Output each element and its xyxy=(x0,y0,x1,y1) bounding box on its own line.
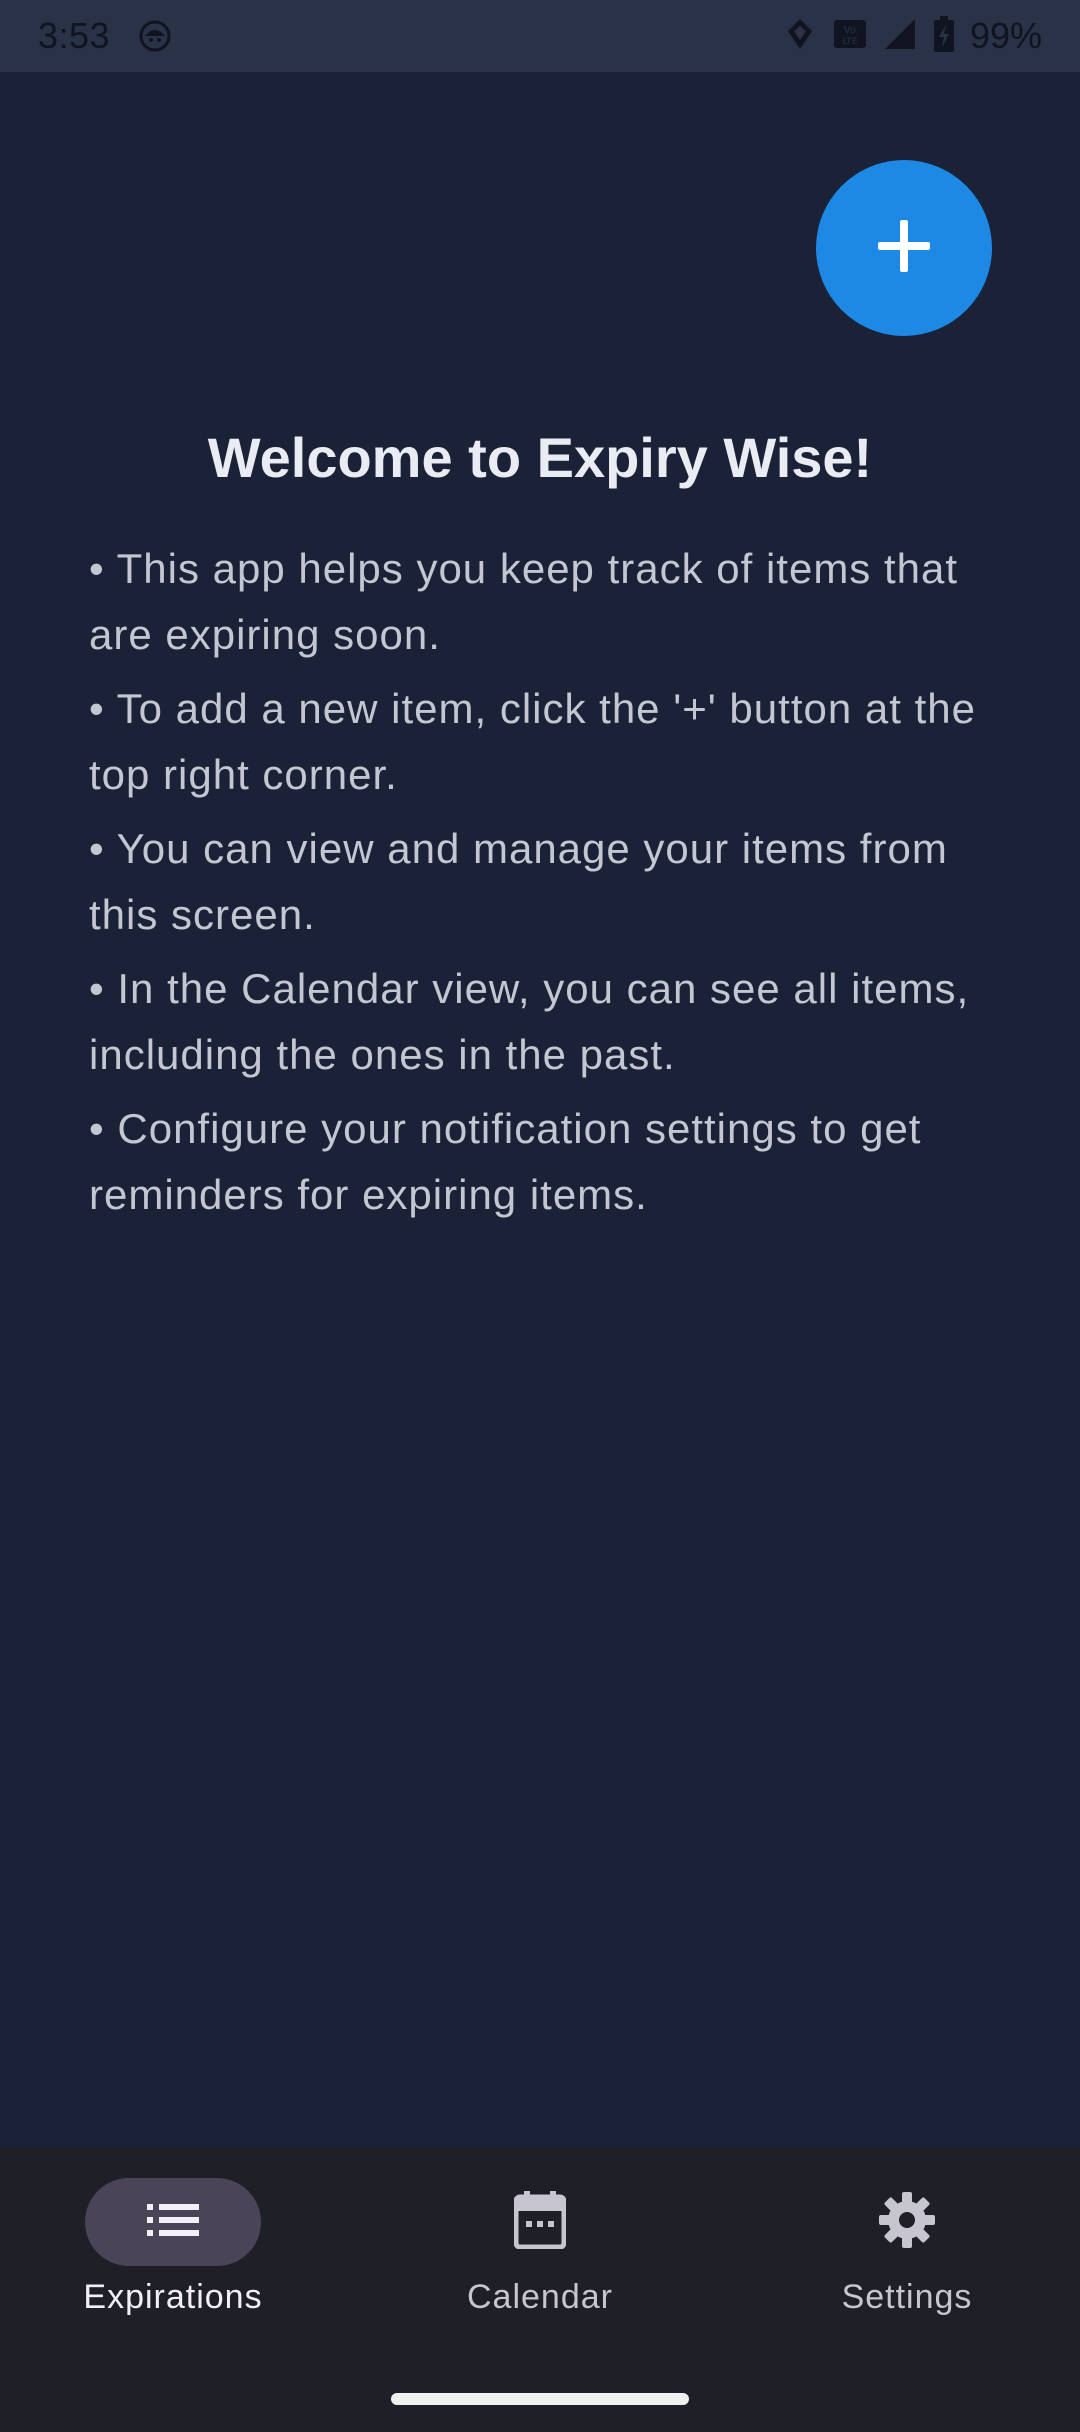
add-item-button[interactable] xyxy=(816,160,992,336)
nav-label-settings: Settings xyxy=(841,2278,973,2316)
tip-item: • To add a new item, click the '+' butto… xyxy=(89,685,976,798)
home-indicator[interactable] xyxy=(391,2393,689,2405)
battery-charging-icon xyxy=(932,15,956,58)
nav-item-settings[interactable]: Settings xyxy=(757,2178,1057,2338)
gear-icon xyxy=(878,2191,936,2254)
calendar-icon xyxy=(513,2190,567,2254)
status-bar: 3:53 Vo LTE 99% xyxy=(0,0,1080,72)
list-icon xyxy=(147,2200,199,2245)
svg-text:Vo: Vo xyxy=(844,25,856,36)
tips-list: • This app helps you keep track of items… xyxy=(89,536,1009,1236)
tip-item: • Configure your notification settings t… xyxy=(89,1105,922,1218)
status-time: 3:53 xyxy=(38,15,111,56)
volte-icon: Vo LTE xyxy=(832,16,868,57)
nav-icon-container xyxy=(819,2178,995,2266)
welcome-title: Welcome to Expiry Wise! xyxy=(207,426,873,489)
nav-label-expirations: Expirations xyxy=(83,2278,263,2316)
signal-icon xyxy=(882,16,918,57)
bottom-navigation: Expirations Calendar Settings xyxy=(0,2148,1080,2432)
nav-active-indicator xyxy=(85,2178,261,2266)
data-saver-icon xyxy=(782,16,818,57)
plus-icon xyxy=(874,216,934,281)
status-icons: Vo LTE 99% xyxy=(782,15,1042,58)
tip-item: • This app helps you keep track of items… xyxy=(89,545,959,658)
battery-percent: 99% xyxy=(969,15,1042,56)
tip-item: • You can view and manage your items fro… xyxy=(89,825,948,938)
nav-label-calendar: Calendar xyxy=(467,2278,613,2316)
android-head-icon xyxy=(138,19,172,53)
app-screen: 3:53 Vo LTE 99% Welcome to Expiry Wise! … xyxy=(0,0,1080,2432)
nav-icon-container xyxy=(452,2178,628,2266)
svg-text:LTE: LTE xyxy=(842,37,857,47)
tip-item: • In the Calendar view, you can see all … xyxy=(89,965,970,1078)
nav-item-calendar[interactable]: Calendar xyxy=(390,2178,690,2338)
nav-item-expirations[interactable]: Expirations xyxy=(23,2178,323,2338)
